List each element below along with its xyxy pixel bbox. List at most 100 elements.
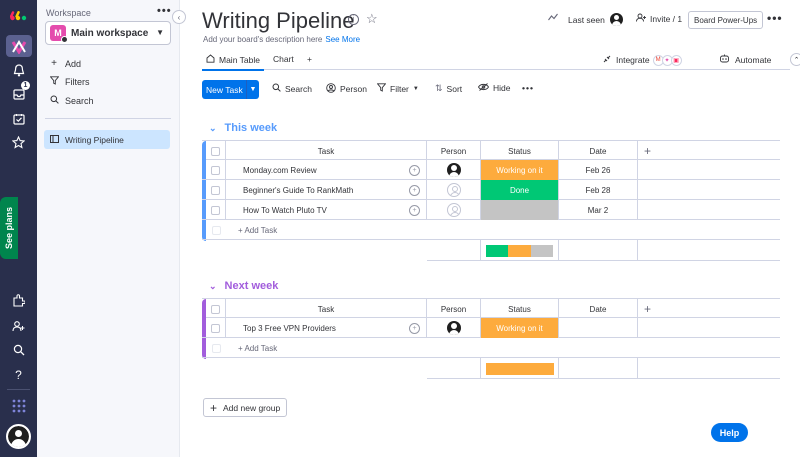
help-icon[interactable]: ?	[9, 365, 28, 384]
my-work-icon[interactable]	[9, 109, 28, 128]
column-header-task[interactable]: Task	[226, 141, 427, 161]
workspace-more-icon[interactable]: •••	[157, 5, 172, 17]
add-task-row[interactable]: + Add Task	[202, 338, 780, 358]
user-avatar[interactable]	[6, 424, 31, 449]
toolbar-more-icon[interactable]: •••	[522, 83, 534, 93]
person-cell[interactable]	[427, 318, 481, 338]
date-cell[interactable]: Feb 26	[559, 160, 638, 180]
task-name-cell[interactable]: Top 3 Free VPN Providers	[226, 318, 403, 338]
person-filter-button[interactable]: Person	[326, 83, 367, 95]
help-button[interactable]: Help	[711, 423, 748, 442]
status-cell[interactable]: Working on it	[481, 318, 559, 338]
add-view-button[interactable]: +	[307, 54, 312, 64]
activity-icon[interactable]	[548, 13, 558, 21]
row-checkbox[interactable]	[211, 205, 220, 215]
add-update-icon[interactable]: +	[409, 204, 420, 216]
person-cell[interactable]	[427, 160, 481, 180]
see-plans-button[interactable]: See plans	[0, 197, 18, 259]
select-all-checkbox[interactable]	[211, 304, 220, 314]
search-button[interactable]: Search	[272, 83, 312, 94]
board-item-writing-pipeline[interactable]: Writing Pipeline	[44, 130, 170, 149]
table-row[interactable]: How To Watch Pluto TV + Mar 2	[202, 200, 780, 220]
star-icon[interactable]	[9, 133, 28, 152]
row-select-cell[interactable]	[206, 180, 226, 200]
conversation-cell[interactable]: +	[403, 318, 427, 338]
board-power-ups-button[interactable]: Board Power-Ups	[688, 11, 764, 29]
panel-nav-add[interactable]: + Add	[48, 58, 81, 69]
select-all-cell[interactable]	[206, 299, 226, 319]
chevron-down-icon[interactable]: ▼	[246, 80, 259, 99]
status-cell[interactable]: Done	[481, 180, 559, 200]
integrate-button[interactable]: Integrate M ✦ ▣	[602, 54, 682, 66]
group-title-next-week[interactable]: ⌄ Next week	[209, 280, 278, 292]
search-icon[interactable]	[9, 340, 28, 359]
conversation-cell[interactable]: +	[403, 160, 427, 180]
date-cell[interactable]: Feb 28	[559, 180, 638, 200]
add-new-group-button[interactable]: + Add new group	[203, 398, 288, 417]
last-seen-button[interactable]: Last seen	[568, 13, 623, 26]
status-cell[interactable]	[481, 200, 559, 220]
add-update-icon[interactable]: +	[409, 184, 420, 196]
add-update-icon[interactable]: +	[409, 322, 420, 334]
task-name-cell[interactable]: Beginner's Guide To RankMath	[226, 180, 403, 200]
invite-icon[interactable]	[9, 316, 28, 335]
table-row[interactable]: Beginner's Guide To RankMath + Done Feb …	[202, 180, 780, 200]
tab-main-table[interactable]: Main Table	[202, 54, 264, 71]
add-task-button[interactable]: + Add Task	[226, 220, 780, 240]
panel-nav-search[interactable]: Search	[48, 95, 94, 107]
automate-button[interactable]: Automate	[719, 54, 771, 65]
row-select-cell[interactable]	[206, 160, 226, 180]
apps-icon[interactable]	[9, 291, 28, 310]
add-column-button[interactable]: +	[638, 299, 780, 319]
board-more-icon[interactable]: •••	[767, 11, 783, 25]
see-more-link[interactable]: See More	[325, 35, 360, 44]
column-header-person[interactable]: Person	[427, 141, 481, 161]
select-all-checkbox[interactable]	[211, 146, 220, 156]
monday-logo-icon[interactable]	[9, 6, 28, 25]
column-header-person[interactable]: Person	[427, 299, 481, 319]
sort-button[interactable]: ⇅ Sort	[435, 83, 462, 94]
row-checkbox[interactable]	[211, 323, 220, 333]
column-header-date[interactable]: Date	[559, 141, 638, 161]
person-cell[interactable]	[427, 200, 481, 220]
status-cell[interactable]: Working on it	[481, 160, 559, 180]
person-cell[interactable]	[427, 180, 481, 200]
column-header-date[interactable]: Date	[559, 299, 638, 319]
filter-button[interactable]: Filter ▼	[376, 83, 419, 94]
invite-button[interactable]: Invite / 1	[636, 13, 682, 24]
board-description[interactable]: Add your board's description here See Mor…	[203, 35, 360, 44]
task-name-cell[interactable]: Monday.com Review	[226, 160, 403, 180]
group-title-this-week[interactable]: ⌄ This week	[209, 122, 277, 134]
conversation-cell[interactable]: +	[403, 180, 427, 200]
row-checkbox[interactable]	[211, 185, 220, 195]
work-management-icon[interactable]	[9, 37, 28, 56]
add-task-row[interactable]: + Add Task	[202, 220, 780, 240]
column-header-task[interactable]: Task	[226, 299, 427, 319]
bell-icon[interactable]	[9, 61, 28, 80]
add-column-button[interactable]: +	[638, 141, 780, 161]
workspace-selector[interactable]: M Main workspace ▼	[45, 21, 171, 45]
collapse-header-icon[interactable]: ⌃	[790, 53, 800, 66]
column-header-status[interactable]: Status	[481, 141, 559, 161]
row-select-cell[interactable]	[206, 318, 226, 338]
tab-chart[interactable]: Chart	[273, 54, 294, 64]
row-checkbox[interactable]	[211, 165, 220, 175]
new-task-button[interactable]: New Task ▼	[202, 80, 259, 99]
date-cell[interactable]: Mar 2	[559, 200, 638, 220]
conversation-cell[interactable]: +	[403, 200, 427, 220]
panel-nav-filters[interactable]: Filters	[48, 76, 90, 88]
status-summary-cell[interactable]	[481, 358, 559, 379]
row-select-cell[interactable]	[206, 200, 226, 220]
add-task-button[interactable]: + Add Task	[226, 338, 780, 358]
hide-button[interactable]: Hide	[477, 83, 510, 93]
info-icon[interactable]: i	[348, 14, 359, 25]
status-summary-cell[interactable]	[481, 240, 559, 261]
date-cell[interactable]	[559, 318, 638, 338]
column-header-status[interactable]: Status	[481, 299, 559, 319]
chevron-down-icon[interactable]: ⌄	[209, 281, 217, 292]
select-all-cell[interactable]	[206, 141, 226, 161]
table-row[interactable]: Top 3 Free VPN Providers + Working on it	[202, 318, 780, 338]
favorite-star-icon[interactable]: ☆	[366, 11, 378, 27]
table-row[interactable]: Monday.com Review + Working on it Feb 26	[202, 160, 780, 180]
page-title[interactable]: Writing Pipeline	[202, 8, 354, 34]
